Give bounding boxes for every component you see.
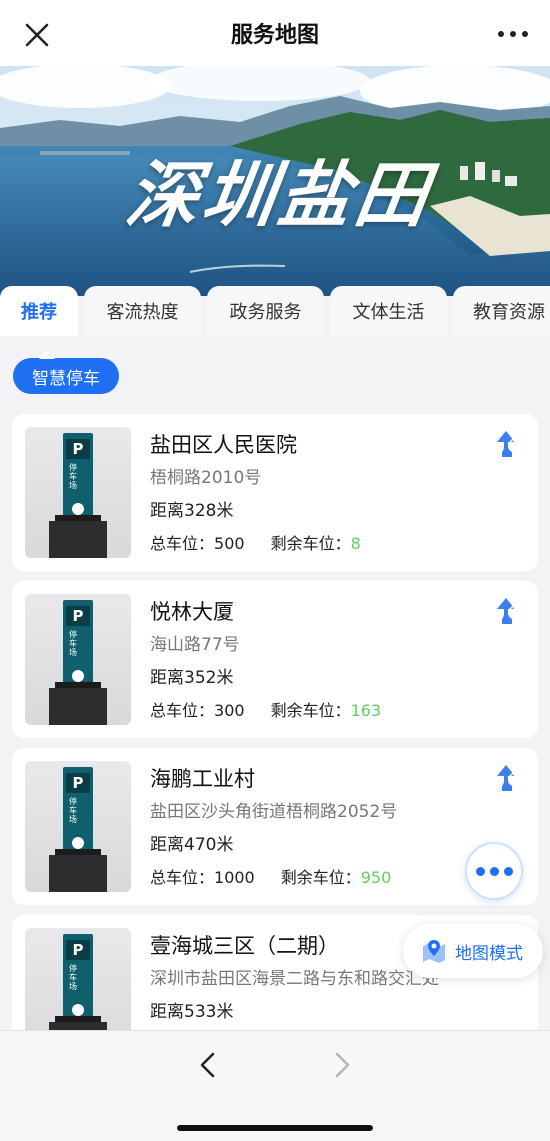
more-options-button[interactable]	[465, 842, 523, 900]
remaining-slots: 163	[350, 701, 382, 720]
close-icon[interactable]	[22, 20, 52, 50]
map-mode-label: 地图模式	[455, 943, 523, 964]
parking-distance: 距离470米	[150, 835, 234, 855]
tab-education[interactable]: 教育资源	[453, 286, 550, 336]
parking-distance: 距离352米	[150, 668, 234, 688]
parking-distance: 距离328米	[150, 501, 234, 521]
tab-culture-sports[interactable]: 文体生活	[330, 286, 447, 336]
remaining-slots: 8	[350, 534, 361, 553]
banner-image: 深圳盐田	[0, 66, 550, 296]
remaining-slots: 950	[360, 868, 392, 887]
navigate-icon[interactable]	[494, 764, 518, 792]
parking-sign-image: P 停车场	[25, 928, 131, 1030]
parking-sign-image: P 停车场	[25, 761, 131, 892]
tab-traffic-heat[interactable]: 客流热度	[84, 286, 201, 336]
home-indicator	[177, 1125, 373, 1131]
parking-card[interactable]: P 停车场 盐田区人民医院 梧桐路2010号 距离328米 总车位：500 剩余车位…	[12, 414, 538, 571]
bottom-nav-bar	[0, 1030, 550, 1141]
navigate-icon[interactable]	[494, 430, 518, 458]
sub-filter-area: 智慧停车	[0, 338, 550, 408]
parking-name: 盐田区人民医院	[150, 433, 297, 457]
parking-distance: 距离533米	[150, 1002, 234, 1022]
page-title: 服务地图	[230, 23, 319, 48]
parking-card[interactable]: P 停车场 海鹏工业村 盐田区沙头角街道梧桐路2052号 距离470米 总车位：1…	[12, 748, 538, 905]
parking-address: 海山路77号	[150, 635, 240, 655]
parking-address: 盐田区沙头角街道梧桐路2052号	[150, 802, 398, 822]
back-arrow-icon[interactable]	[196, 1051, 220, 1079]
parking-slots: 总车位：300 剩余车位：163	[150, 701, 382, 720]
tab-recommend[interactable]: 推荐	[0, 286, 78, 336]
map-pin-icon	[423, 940, 445, 963]
parking-name: 海鹏工业村	[150, 767, 255, 791]
parking-sign-image: P 停车场	[25, 594, 131, 725]
banner-title: 深圳盐田	[121, 152, 438, 237]
category-tabs: 推荐 客流热度 政务服务 文体生活 教育资源	[0, 286, 550, 338]
more-icon[interactable]	[498, 24, 528, 44]
total-slots: 1000	[214, 868, 255, 887]
top-bar: 服务地图	[0, 0, 550, 66]
map-mode-button[interactable]: 地图模式	[403, 924, 543, 978]
parking-name: 悦林大厦	[150, 600, 234, 624]
parking-slots: 总车位：500 剩余车位：8	[150, 534, 361, 553]
forward-arrow-icon[interactable]	[330, 1051, 354, 1079]
total-slots: 300	[214, 701, 245, 720]
parking-slots: 总车位：1000 剩余车位：950	[150, 868, 392, 887]
navigate-icon[interactable]	[494, 597, 518, 625]
parking-address: 梧桐路2010号	[150, 468, 262, 488]
tab-government-service[interactable]: 政务服务	[207, 286, 324, 336]
parking-card[interactable]: P 停车场 悦林大厦 海山路77号 距离352米 总车位：300 剩余车位：163	[12, 581, 538, 738]
smart-parking-chip[interactable]: 智慧停车	[13, 350, 119, 394]
total-slots: 500	[214, 534, 245, 553]
parking-sign-image: P 停车场	[25, 427, 131, 558]
